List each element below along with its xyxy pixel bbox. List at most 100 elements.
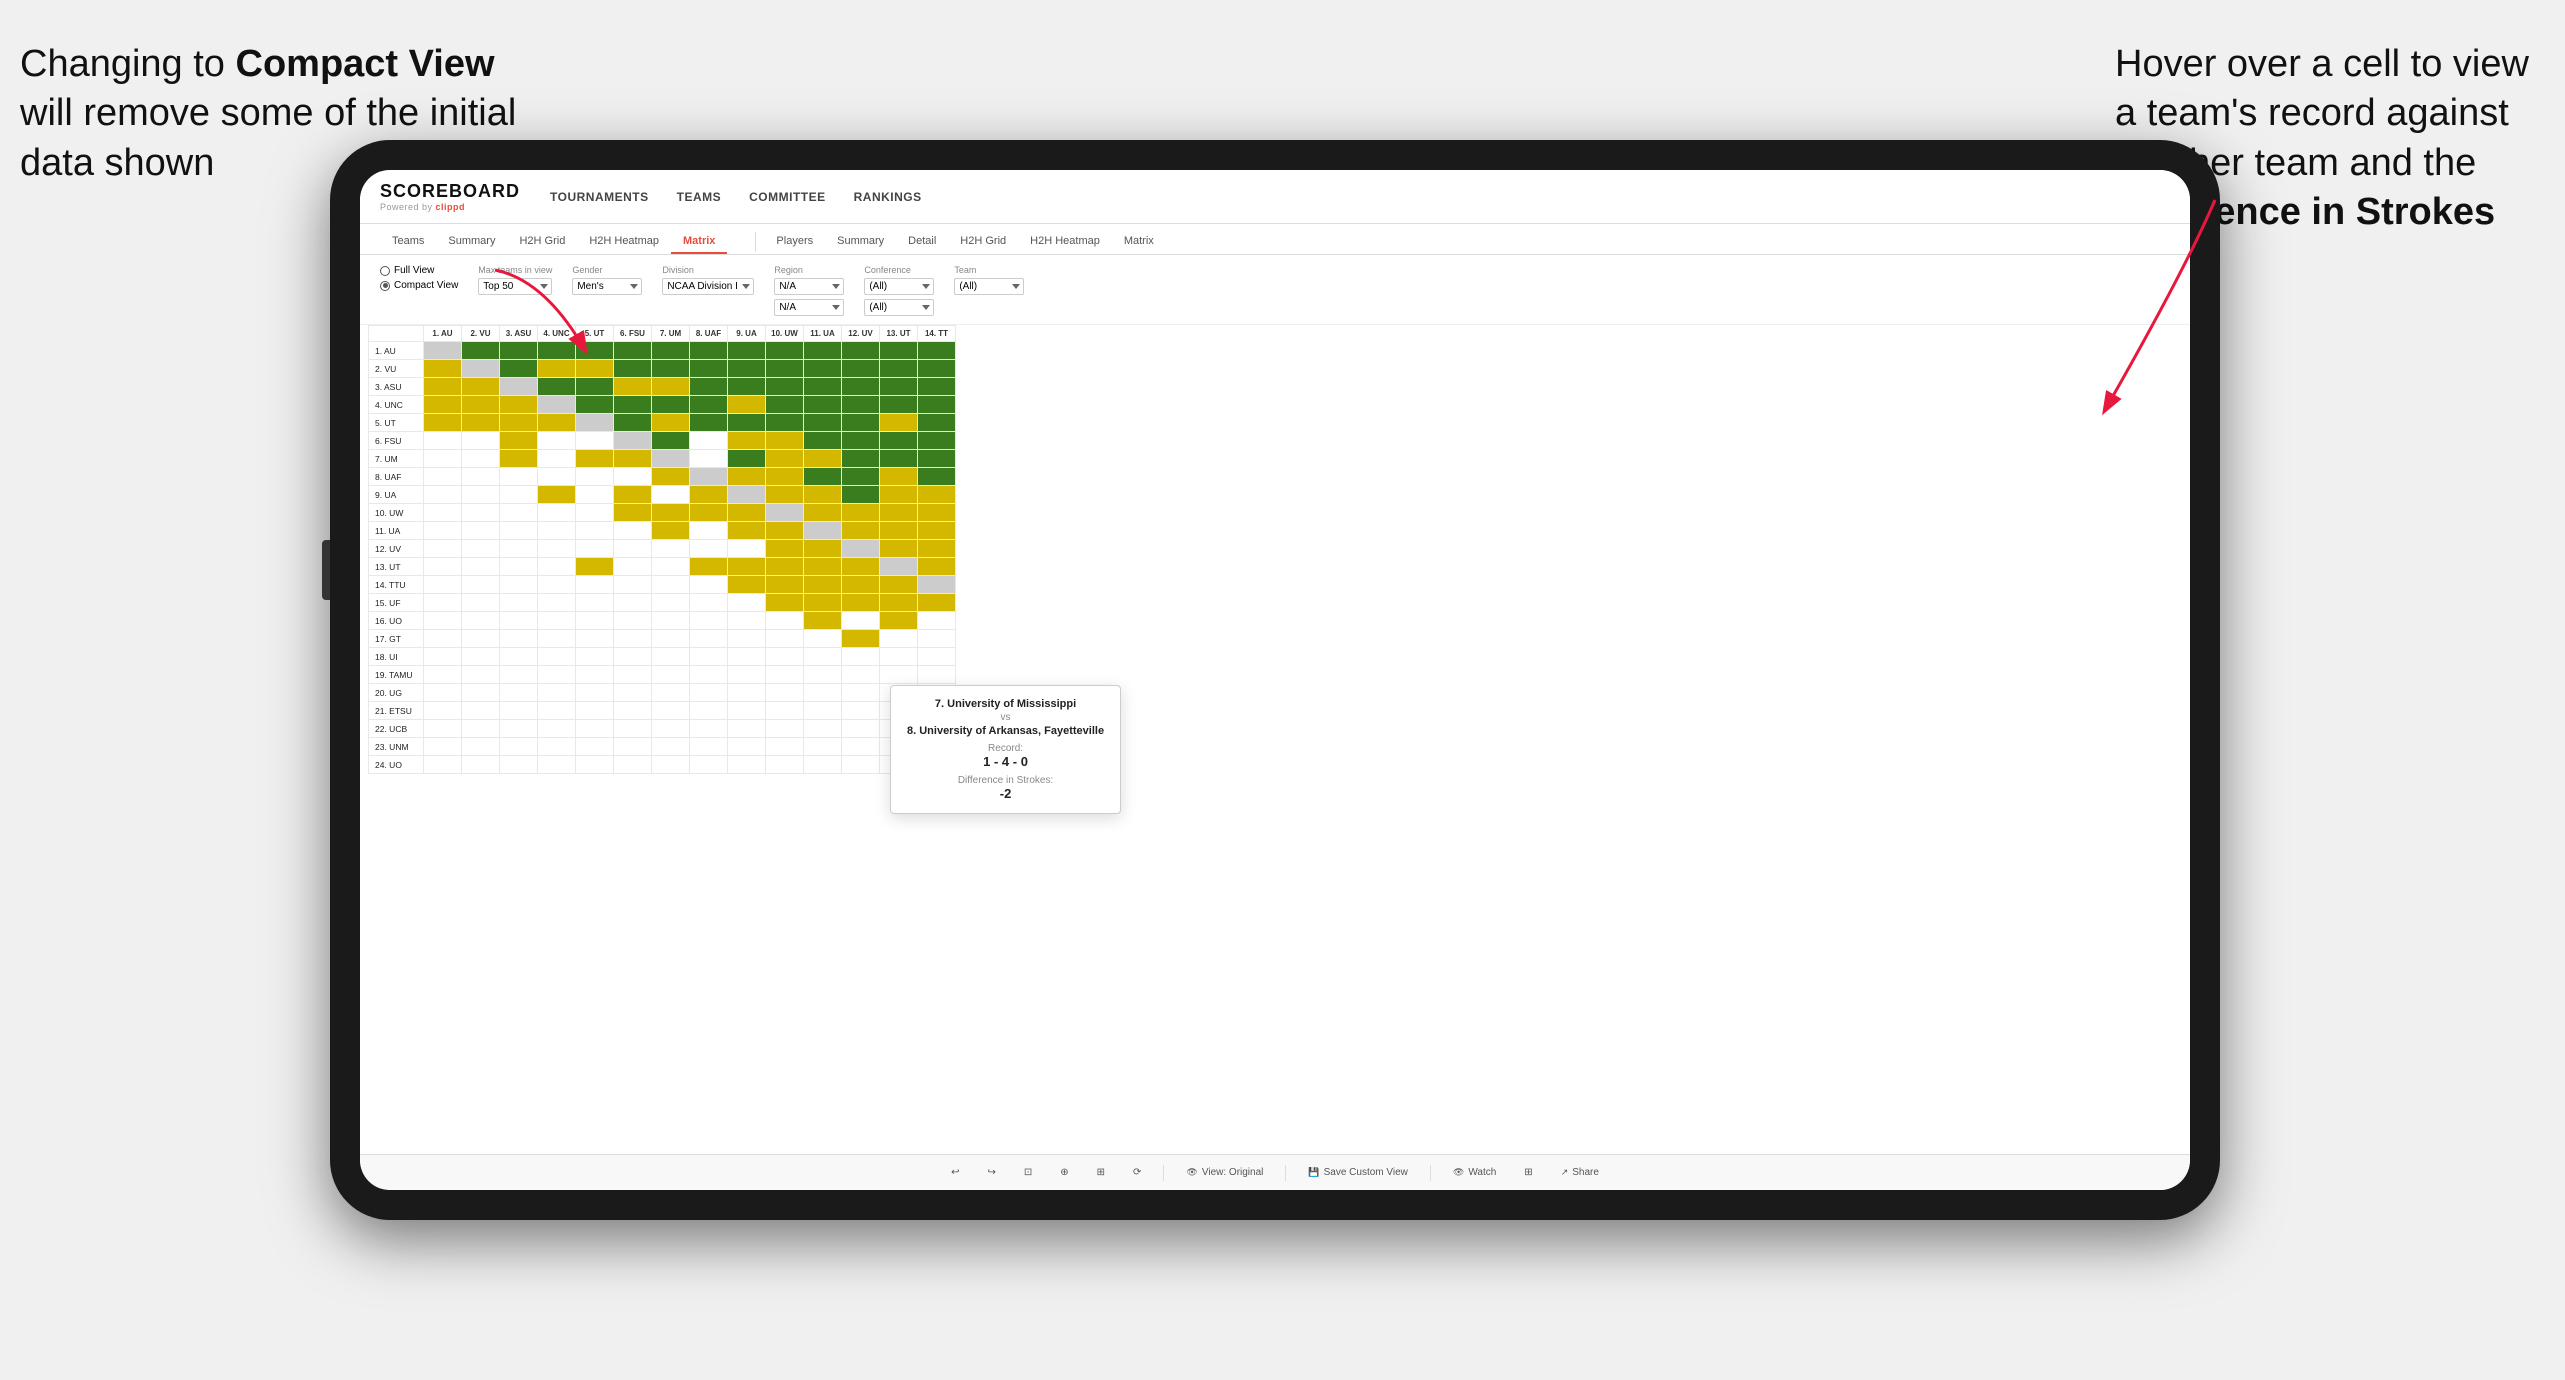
matrix-cell[interactable] [766,522,804,540]
matrix-cell[interactable] [576,504,614,522]
matrix-cell[interactable] [538,378,576,396]
save-custom-btn[interactable]: 💾 Save Custom View [1302,1165,1414,1180]
matrix-cell[interactable] [728,756,766,774]
matrix-cell[interactable] [424,630,462,648]
matrix-cell[interactable] [728,738,766,756]
matrix-cell[interactable] [500,756,538,774]
matrix-cell[interactable] [804,486,842,504]
matrix-cell[interactable] [538,468,576,486]
matrix-cell[interactable] [804,702,842,720]
matrix-cell[interactable] [918,648,956,666]
matrix-cell[interactable] [690,540,728,558]
matrix-cell[interactable] [462,702,500,720]
matrix-cell[interactable] [500,738,538,756]
matrix-cell[interactable] [614,360,652,378]
matrix-cell[interactable] [690,738,728,756]
matrix-cell[interactable] [728,648,766,666]
matrix-cell[interactable] [576,630,614,648]
matrix-cell[interactable] [614,594,652,612]
matrix-cell[interactable] [804,558,842,576]
matrix-cell[interactable] [766,468,804,486]
tab-matrix2[interactable]: Matrix [1112,230,1166,254]
matrix-cell[interactable] [918,450,956,468]
matrix-cell[interactable] [842,414,880,432]
matrix-cell[interactable] [766,648,804,666]
matrix-cell[interactable] [728,396,766,414]
matrix-cell[interactable] [462,666,500,684]
matrix-cell[interactable] [462,684,500,702]
matrix-cell[interactable] [652,522,690,540]
matrix-cell[interactable] [614,720,652,738]
matrix-cell[interactable] [804,396,842,414]
matrix-cell[interactable] [500,432,538,450]
share-btn[interactable]: ↗ Share [1555,1165,1605,1180]
matrix-cell[interactable] [500,612,538,630]
matrix-cell[interactable] [614,666,652,684]
matrix-cell[interactable] [576,342,614,360]
matrix-cell[interactable] [500,522,538,540]
matrix-cell[interactable] [804,756,842,774]
matrix-cell[interactable] [690,558,728,576]
region-select2[interactable]: N/A [774,299,844,316]
matrix-cell[interactable] [538,684,576,702]
matrix-cell[interactable] [652,720,690,738]
matrix-cell[interactable] [766,756,804,774]
matrix-cell[interactable] [728,576,766,594]
matrix-cell[interactable] [576,486,614,504]
conference-select[interactable]: (All) [864,278,934,295]
watch-btn[interactable]: 👁 Watch [1447,1165,1502,1180]
refresh-btn[interactable]: ⟳ [1127,1165,1147,1180]
matrix-cell[interactable] [690,648,728,666]
matrix-cell[interactable] [766,414,804,432]
matrix-cell[interactable] [880,594,918,612]
matrix-cell[interactable] [652,684,690,702]
matrix-cell[interactable] [500,576,538,594]
matrix-cell[interactable] [462,756,500,774]
matrix-cell[interactable] [880,522,918,540]
matrix-cell[interactable] [766,432,804,450]
matrix-cell[interactable] [918,360,956,378]
matrix-cell[interactable] [652,432,690,450]
matrix-cell[interactable] [614,540,652,558]
full-view-radio[interactable]: Full View [380,265,458,276]
tab-summary2[interactable]: Summary [825,230,896,254]
matrix-cell[interactable] [690,468,728,486]
matrix-cell[interactable] [614,414,652,432]
matrix-cell[interactable] [538,432,576,450]
matrix-cell[interactable] [690,576,728,594]
matrix-cell[interactable] [538,630,576,648]
matrix-cell[interactable] [424,522,462,540]
matrix-cell[interactable] [576,414,614,432]
tab-h2h-grid1[interactable]: H2H Grid [507,230,577,254]
matrix-cell[interactable] [766,612,804,630]
matrix-cell[interactable] [842,432,880,450]
matrix-cell[interactable] [462,486,500,504]
undo-btn[interactable]: ↩ [945,1165,965,1180]
matrix-cell[interactable] [652,396,690,414]
matrix-cell[interactable] [880,360,918,378]
matrix-cell[interactable] [538,522,576,540]
matrix-cell[interactable] [766,738,804,756]
matrix-cell[interactable] [880,558,918,576]
matrix-cell[interactable] [728,378,766,396]
matrix-cell[interactable] [614,378,652,396]
matrix-cell[interactable] [880,576,918,594]
matrix-cell[interactable] [728,360,766,378]
matrix-cell[interactable] [690,630,728,648]
matrix-cell[interactable] [918,342,956,360]
matrix-cell[interactable] [538,648,576,666]
nav-committee[interactable]: COMMITTEE [749,190,826,204]
matrix-cell[interactable] [804,594,842,612]
matrix-cell[interactable] [462,630,500,648]
grid-btn[interactable]: ⊞ [1518,1165,1538,1180]
matrix-cell[interactable] [766,702,804,720]
matrix-cell[interactable] [652,342,690,360]
matrix-cell[interactable] [842,360,880,378]
matrix-cell[interactable] [804,504,842,522]
matrix-cell[interactable] [728,702,766,720]
matrix-cell[interactable] [538,576,576,594]
nav-rankings[interactable]: RANKINGS [854,190,922,204]
matrix-cell[interactable] [842,576,880,594]
matrix-cell[interactable] [842,396,880,414]
matrix-cell[interactable] [462,594,500,612]
